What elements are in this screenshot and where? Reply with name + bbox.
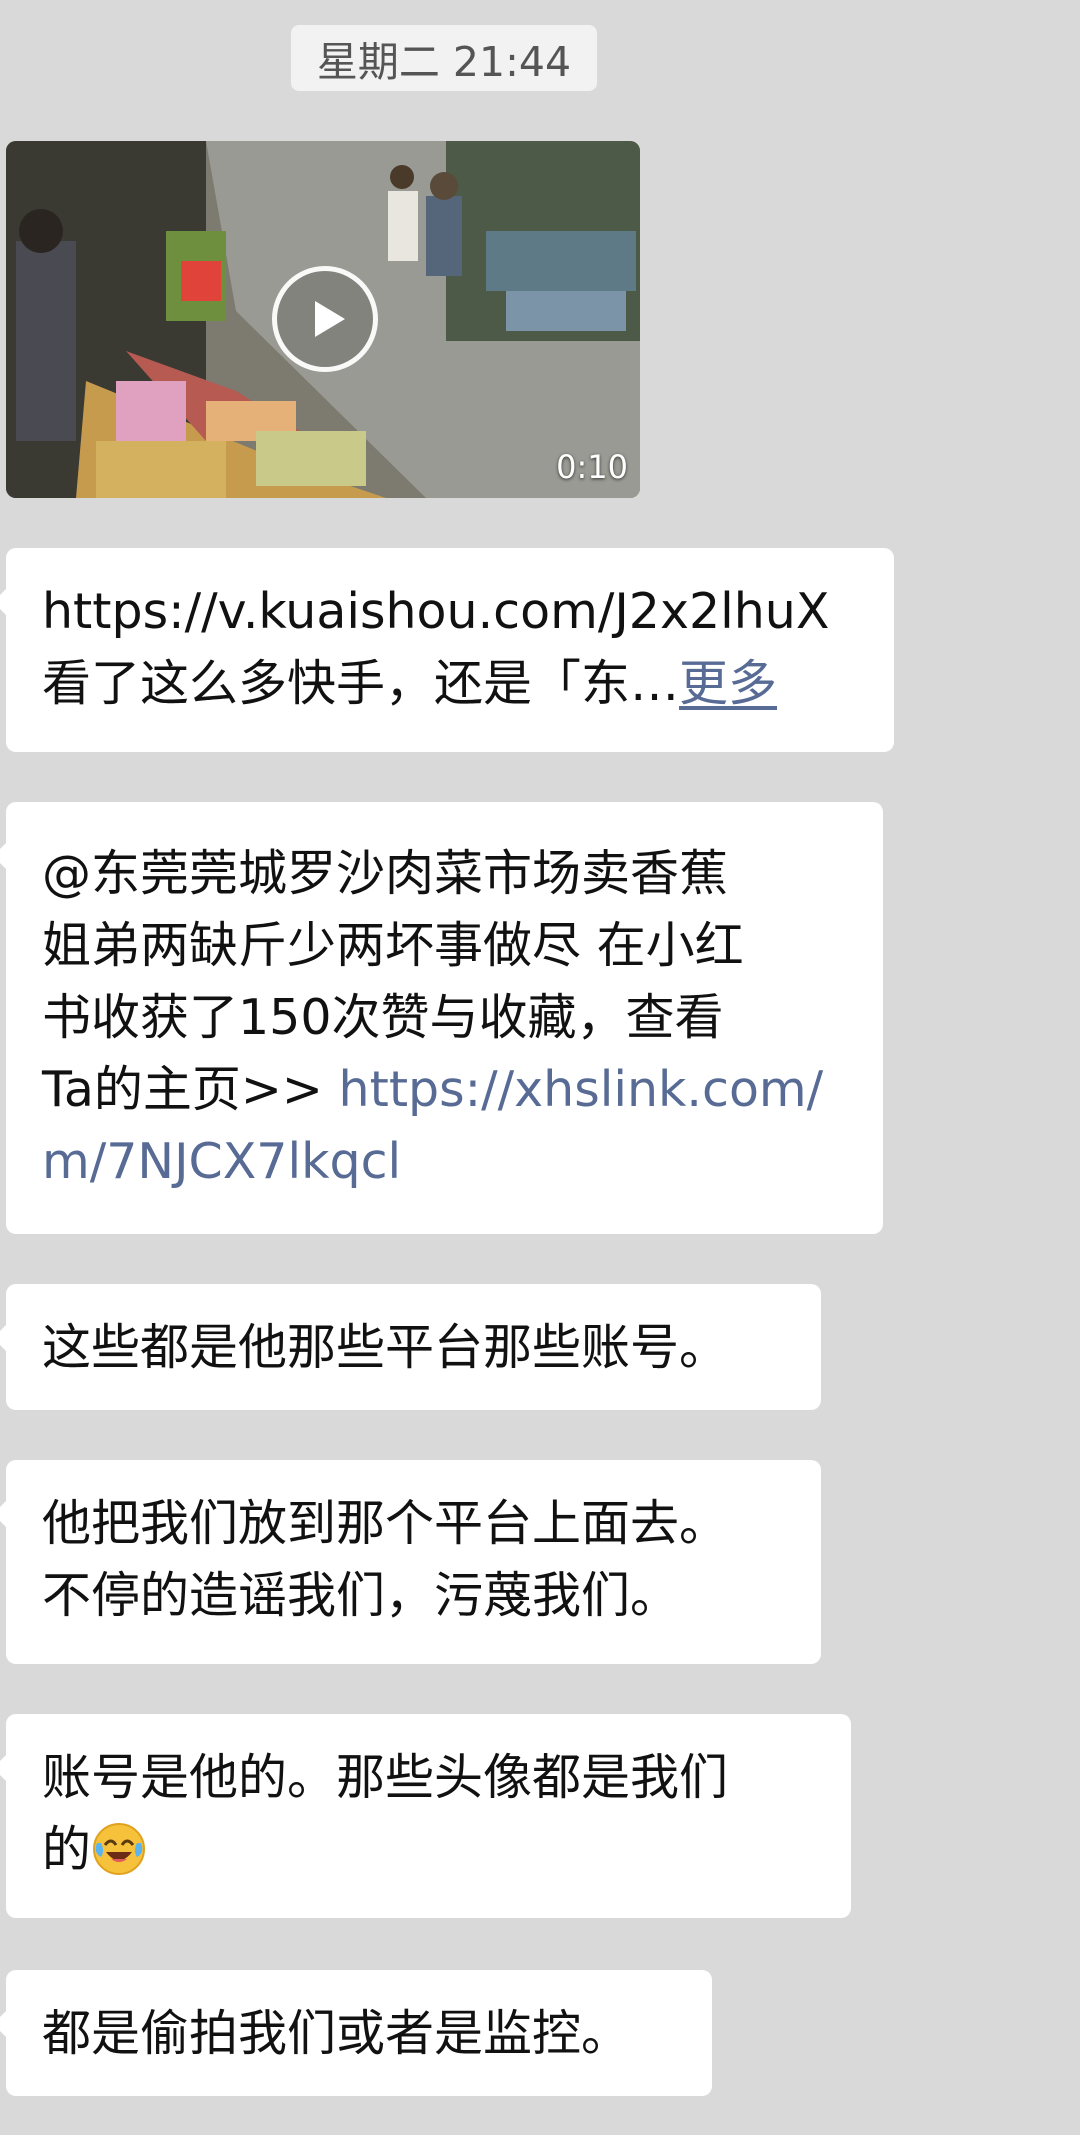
message-text: 书收获了150次赞与收藏，查看	[42, 989, 724, 1046]
message-bubble[interactable]: 账号是他的。那些头像都是我们 的	[0, 1714, 851, 1918]
message-bubble-xhs-share[interactable]: @东莞莞城罗沙肉菜市场卖香蕉 姐弟两缺斤少两坏事做尽 在小红 书收获了150次赞…	[0, 802, 883, 1234]
video-message[interactable]: 0:10	[6, 141, 640, 498]
message-text: 都是偷拍我们或者是监控。	[42, 2005, 631, 2062]
timestamp: 星期二 21:44	[291, 25, 597, 91]
message-text: 这些都是他那些平台那些账号。	[42, 1319, 729, 1376]
message-text: 不停的造谣我们，污蔑我们。	[42, 1567, 680, 1624]
crying-laughing-emoji-icon	[93, 1822, 146, 1875]
more-link[interactable]: 更多	[679, 655, 777, 712]
message-bubble[interactable]: 都是偷拍我们或者是监控。	[0, 1970, 712, 2096]
message-text: Ta的主页>>	[42, 1061, 339, 1118]
message-text: 的	[42, 1821, 92, 1878]
video-duration: 0:10	[556, 448, 628, 486]
message-text: @东莞莞城罗沙肉菜市场卖香蕉	[42, 845, 729, 902]
xhs-link[interactable]: https://xhslink.com/	[339, 1061, 824, 1118]
message-bubble[interactable]: 这些都是他那些平台那些账号。	[0, 1284, 821, 1410]
message-text: https://v.kuaishou.com/J2x2lhuX	[42, 583, 830, 640]
message-text: 看了这么多快手，还是「东…	[42, 655, 680, 712]
play-icon[interactable]	[272, 266, 378, 372]
message-bubble-kuaishou-link[interactable]: https://v.kuaishou.com/J2x2lhuX 看了这么多快手，…	[0, 548, 894, 752]
message-text: 姐弟两缺斤少两坏事做尽 在小红	[42, 917, 744, 974]
message-text: 他把我们放到那个平台上面去。	[42, 1495, 729, 1552]
message-bubble[interactable]: 他把我们放到那个平台上面去。 不停的造谣我们，污蔑我们。	[0, 1460, 821, 1664]
xhs-link-continued[interactable]: m/7NJCX7lkqcl	[42, 1126, 849, 1198]
message-text: 账号是他的。那些头像都是我们	[42, 1749, 729, 1806]
